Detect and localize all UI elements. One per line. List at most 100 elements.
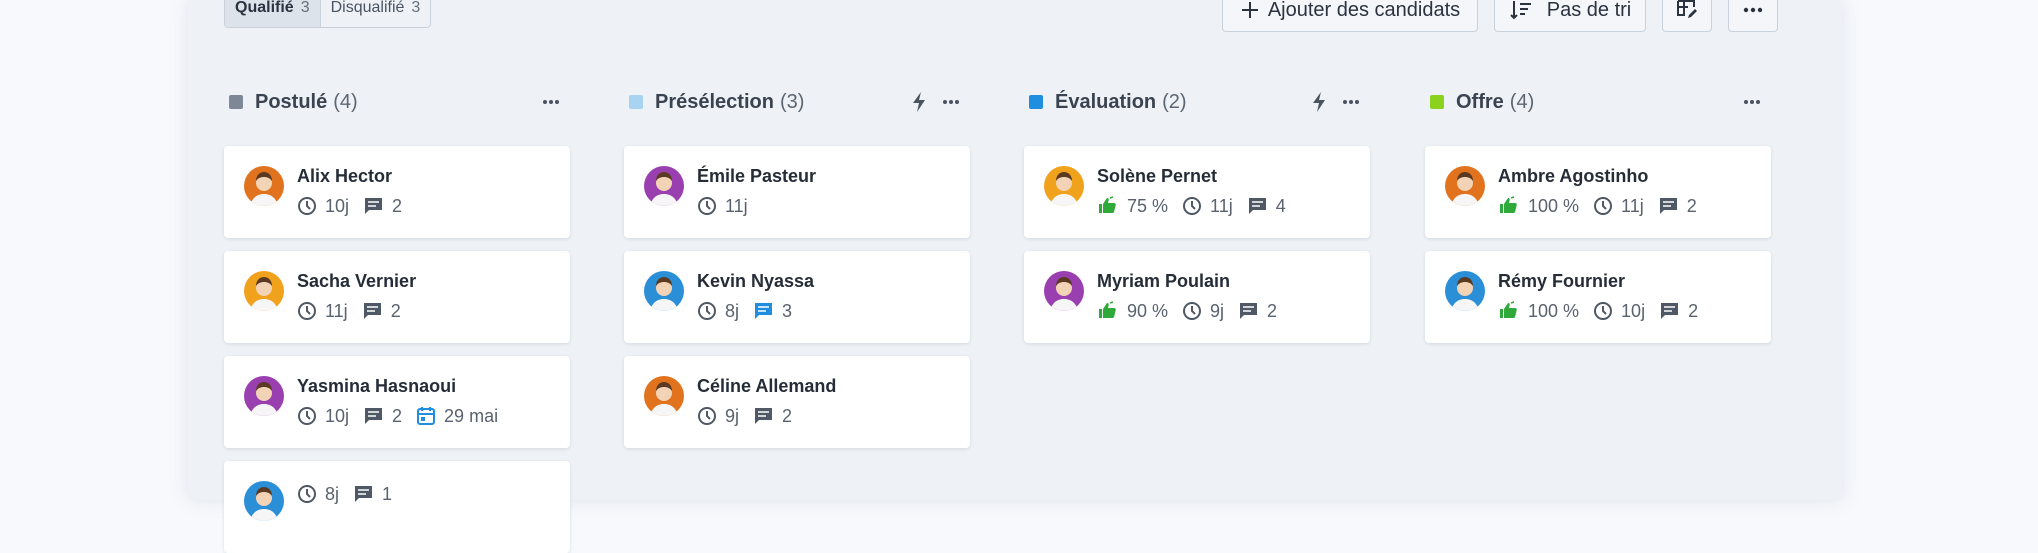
candidate-card[interactable]: Sacha Vernier 11j 2	[224, 251, 570, 343]
filter-disqualified-label: Disqualifié	[330, 0, 405, 16]
candidate-card[interactable]: 8j 1	[224, 461, 570, 553]
comments-count: 2	[392, 195, 403, 216]
thumbs-up-icon	[1097, 196, 1127, 216]
column-count: (4)	[333, 90, 358, 113]
column-actions	[1310, 78, 1360, 126]
thumbs-up-icon	[1498, 196, 1528, 216]
days-in-stage: 10j	[1593, 301, 1645, 322]
filter-qualified[interactable]: Qualifié 3	[225, 0, 320, 27]
column-count: (2)	[1162, 90, 1187, 113]
comments-count: 2	[392, 405, 403, 426]
comments[interactable]: 2	[753, 406, 792, 427]
comments-count: 2	[1686, 195, 1697, 216]
automation-bolt-icon[interactable]	[910, 91, 928, 113]
column-menu-icon[interactable]	[542, 99, 560, 105]
score: 100 %	[1498, 301, 1579, 322]
days-value: 8j	[725, 300, 740, 321]
sort-button[interactable]: Pas de tri	[1494, 0, 1646, 32]
comments[interactable]: 1	[353, 484, 392, 505]
days-in-stage: 9j	[697, 406, 739, 427]
comments[interactable]: 2	[1238, 301, 1277, 322]
comments[interactable]: 2	[363, 406, 402, 427]
column-2: Évaluation (2) Solène Pernet 75 % 11j 4 Myriam…	[1024, 78, 1370, 343]
column-title: Évaluation	[1055, 90, 1157, 113]
candidate-name: Alix Hector	[297, 166, 393, 186]
comments[interactable]: 2	[1658, 196, 1697, 217]
days-value: 9j	[1210, 300, 1225, 321]
comments[interactable]: 2	[362, 301, 401, 322]
column-header: Offre (4)	[1425, 78, 1771, 126]
comments[interactable]: 2	[1659, 301, 1698, 322]
comments-count: 2	[1688, 300, 1699, 321]
plus-icon	[1240, 0, 1260, 20]
avatar	[1445, 271, 1485, 311]
comment-icon	[753, 406, 782, 426]
candidate-name: Solène Pernet	[1097, 166, 1218, 186]
scheduled-date[interactable]: 29 mai	[416, 406, 498, 427]
candidate-name: Céline Allemand	[697, 376, 837, 396]
avatar	[244, 271, 284, 311]
avatar	[644, 166, 684, 206]
comment-icon	[1659, 301, 1688, 321]
candidate-name: Kevin Nyassa	[697, 271, 815, 291]
avatar	[644, 376, 684, 416]
more-options-button[interactable]	[1728, 0, 1778, 32]
days-in-stage: 10j	[297, 196, 349, 217]
candidate-card[interactable]: Céline Allemand 9j 2	[624, 356, 970, 448]
candidate-meta: 10j 2 29 mai	[297, 403, 512, 429]
sort-label: Pas de tri	[1546, 0, 1632, 21]
add-candidates-label: Ajouter des candidats	[1267, 0, 1461, 21]
column-menu-icon[interactable]	[1342, 99, 1360, 105]
candidate-card[interactable]: Yasmina Hasnaoui 10j 2 29 mai	[224, 356, 570, 448]
qualification-filter: Qualifié 3 Disqualifié 3	[224, 0, 432, 28]
comments[interactable]: 3	[753, 301, 792, 322]
thumbs-up-icon	[1498, 301, 1528, 321]
column-header: Postulé (4)	[224, 78, 570, 126]
candidate-card[interactable]: Alix Hector 10j 2	[224, 146, 570, 238]
table-edit-icon	[1676, 0, 1698, 21]
days-in-stage: 11j	[297, 301, 348, 322]
candidate-meta: 10j 2	[297, 193, 416, 219]
candidate-card[interactable]: Ambre Agostinho 100 % 11j 2	[1425, 146, 1771, 238]
column-menu-icon[interactable]	[942, 99, 960, 105]
candidate-card[interactable]: Kevin Nyassa 8j 3	[624, 251, 970, 343]
candidate-card[interactable]: Myriam Poulain 90 % 9j 2	[1024, 251, 1370, 343]
candidate-card[interactable]: Rémy Fournier 100 % 10j 2	[1425, 251, 1771, 343]
candidate-meta: 9j 2	[697, 403, 806, 429]
comments[interactable]: 4	[1247, 196, 1286, 217]
column-menu-icon[interactable]	[1743, 99, 1761, 105]
sort-icon	[1509, 0, 1533, 22]
clock-icon	[297, 301, 325, 321]
candidate-meta: 11j	[697, 193, 762, 219]
comment-icon	[363, 406, 392, 426]
comments-count: 2	[782, 405, 793, 426]
score-value: 100 %	[1528, 195, 1580, 216]
days-value: 11j	[1621, 195, 1644, 216]
candidate-card[interactable]: Solène Pernet 75 % 11j 4	[1024, 146, 1370, 238]
comments[interactable]: 2	[363, 196, 402, 217]
column-actions	[542, 78, 560, 126]
candidate-name: Rémy Fournier	[1498, 271, 1626, 291]
column-actions	[910, 78, 960, 126]
comment-icon	[1658, 196, 1687, 216]
candidate-card[interactable]: Émile Pasteur 11j	[624, 146, 970, 238]
comments-count: 3	[782, 300, 793, 321]
comment-icon	[363, 196, 392, 216]
filter-disqualified[interactable]: Disqualifié 3	[319, 0, 431, 27]
comments-count: 2	[390, 300, 401, 321]
days-in-stage: 11j	[1182, 196, 1233, 217]
clock-icon	[1593, 196, 1621, 216]
candidate-meta: 100 % 11j 2	[1498, 193, 1711, 219]
automation-bolt-icon[interactable]	[1310, 91, 1328, 113]
column-count: (3)	[779, 90, 805, 113]
edit-layout-button[interactable]	[1662, 0, 1712, 32]
clock-icon	[697, 196, 725, 216]
days-value: 9j	[725, 405, 740, 426]
candidate-name: Ambre Agostinho	[1498, 166, 1649, 186]
candidate-name: Émile Pasteur	[697, 166, 817, 186]
add-candidates-button[interactable]: Ajouter des candidats	[1222, 0, 1478, 32]
days-in-stage: 8j	[697, 301, 739, 322]
days-in-stage: 11j	[1593, 196, 1644, 217]
avatar	[244, 376, 284, 416]
days-in-stage: 8j	[297, 484, 339, 505]
